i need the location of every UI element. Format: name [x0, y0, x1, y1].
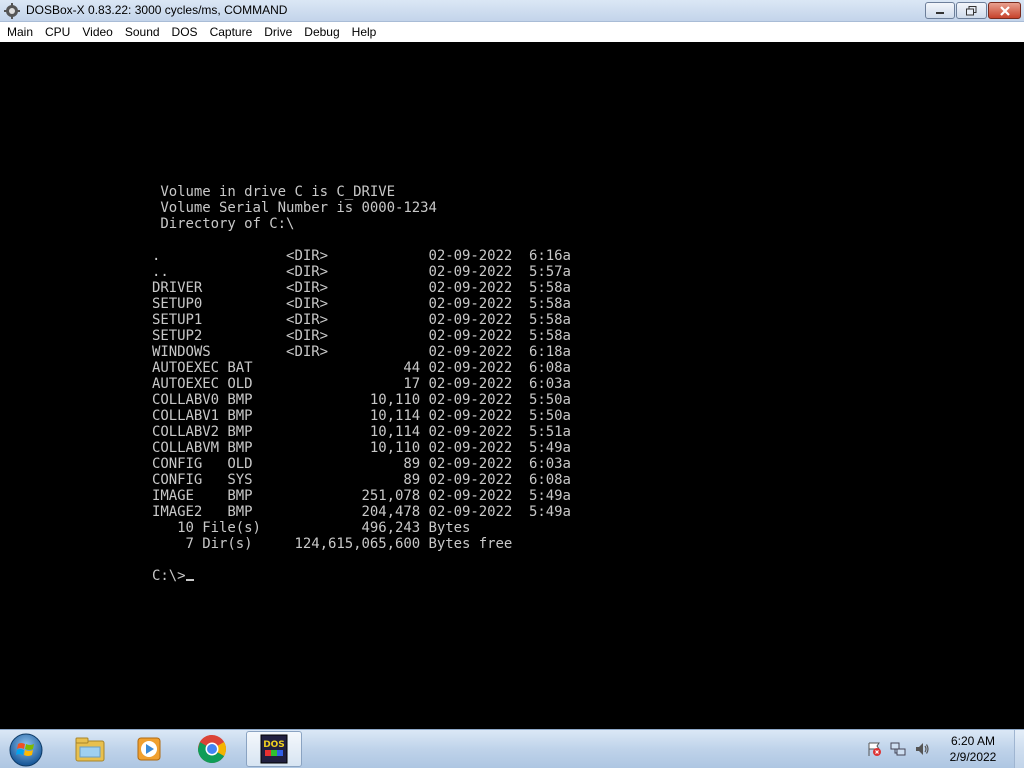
dir-entry: .. <DIR> 02-09-2022 5:57a [152, 264, 571, 280]
dosbox-app-icon[interactable] [4, 3, 20, 19]
media-player-icon [137, 737, 161, 761]
command-prompt-line[interactable]: C:\> [152, 568, 194, 584]
close-icon [999, 5, 1010, 16]
menu-main[interactable]: Main [0, 22, 39, 42]
dir-entry: COLLABV1 BMP 10,114 02-09-2022 5:50a [152, 408, 571, 424]
system-clock[interactable]: 6:20 AM 2/9/2022 [936, 733, 1010, 765]
taskbar-media-player[interactable] [121, 731, 177, 767]
menu-dos[interactable]: DOS [166, 22, 204, 42]
action-center-icon[interactable] [866, 741, 882, 757]
dosbox-icon: DOS [260, 734, 288, 764]
dir-entry: IMAGE2 BMP 204,478 02-09-2022 5:49a [152, 504, 571, 520]
clock-time: 6:20 AM [950, 734, 996, 748]
dir-entry: DRIVER <DIR> 02-09-2022 5:58a [152, 280, 571, 296]
taskbar-chrome[interactable] [184, 731, 240, 767]
minimize-button[interactable] [925, 2, 955, 19]
dir-entry: CONFIG OLD 89 02-09-2022 6:03a [152, 456, 571, 472]
chrome-icon [198, 735, 226, 763]
dosbox-icon-label: DOS [263, 740, 285, 750]
menu-video[interactable]: Video [76, 22, 118, 42]
minimize-icon [936, 11, 944, 14]
dir-entry: AUTOEXEC OLD 17 02-09-2022 6:03a [152, 376, 571, 392]
console-line: Volume Serial Number is 0000-1234 [152, 200, 437, 216]
dir-entry: SETUP0 <DIR> 02-09-2022 5:58a [152, 296, 571, 312]
file-count-summary: 10 File(s) 496,243 Bytes [152, 520, 471, 536]
windows-start-icon[interactable] [8, 732, 44, 768]
console-line: Volume in drive C is C_DRIVE [152, 184, 395, 200]
close-button[interactable] [988, 2, 1021, 19]
dir-entry: IMAGE BMP 251,078 02-09-2022 5:49a [152, 488, 571, 504]
menu-debug[interactable]: Debug [298, 22, 345, 42]
dir-entry: SETUP1 <DIR> 02-09-2022 5:58a [152, 312, 571, 328]
menu-sound[interactable]: Sound [119, 22, 166, 42]
title-bar[interactable]: DOSBox-X 0.83.22: 3000 cycles/ms, COMMAN… [0, 0, 1024, 22]
menu-help[interactable]: Help [346, 22, 383, 42]
taskbar-file-explorer[interactable] [62, 731, 118, 767]
window-title: DOSBox-X 0.83.22: 3000 cycles/ms, COMMAN… [26, 3, 288, 17]
system-tray [862, 730, 942, 768]
volume-icon[interactable] [914, 741, 930, 757]
maximize-button[interactable] [956, 2, 987, 19]
console-line: Directory of C:\ [152, 216, 295, 232]
menu-drive[interactable]: Drive [258, 22, 298, 42]
dir-entry: CONFIG SYS 89 02-09-2022 6:08a [152, 472, 571, 488]
dir-entry: SETUP2 <DIR> 02-09-2022 5:58a [152, 328, 571, 344]
file-explorer-icon [75, 737, 105, 762]
clock-date: 2/9/2022 [949, 750, 997, 764]
dir-entry: COLLABV0 BMP 10,110 02-09-2022 5:50a [152, 392, 571, 408]
taskbar-dosbox[interactable]: DOS [246, 731, 302, 767]
menu-capture[interactable]: Capture [204, 22, 259, 42]
dir-entry: . <DIR> 02-09-2022 6:16a [152, 248, 571, 264]
taskbar: DOS 6:20 AM 2/9/2022 [0, 729, 1024, 768]
command-prompt: C:\> [152, 568, 186, 584]
menu-bar: Main CPU Video Sound DOS Capture Drive D… [0, 22, 1024, 42]
text-cursor [185, 579, 194, 581]
dos-console[interactable]: Volume in drive C is C_DRIVE Volume Seri… [0, 42, 1024, 729]
dir-entry: AUTOEXEC BAT 44 02-09-2022 6:08a [152, 360, 571, 376]
dir-entry: COLLABVM BMP 10,110 02-09-2022 5:49a [152, 440, 571, 456]
dir-entry: WINDOWS <DIR> 02-09-2022 6:18a [152, 344, 571, 360]
dir-count-summary: 7 Dir(s) 124,615,065,600 Bytes free [152, 536, 513, 552]
network-icon[interactable] [890, 741, 906, 757]
maximize-icon [966, 5, 977, 15]
menu-cpu[interactable]: CPU [39, 22, 76, 42]
dir-entry: COLLABV2 BMP 10,114 02-09-2022 5:51a [152, 424, 571, 440]
show-desktop-button[interactable] [1014, 730, 1024, 768]
